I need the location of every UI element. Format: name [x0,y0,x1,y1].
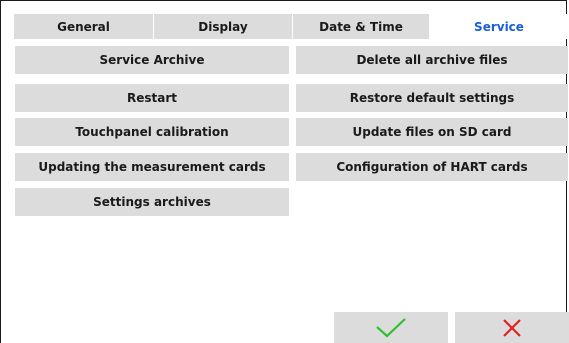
tab-service[interactable]: Service [430,14,568,39]
close-icon [503,318,521,337]
confirm-button[interactable] [334,312,448,343]
tab-bar: General Display Date & Time Service [14,14,568,39]
hart-config-button[interactable]: Configuration of HART cards [296,153,568,181]
touchpanel-calibration-button[interactable]: Touchpanel calibration [15,118,289,146]
service-archive-button[interactable]: Service Archive [15,46,289,74]
delete-archive-files-button[interactable]: Delete all archive files [296,46,568,74]
restore-default-settings-button[interactable]: Restore default settings [296,84,568,112]
cancel-button[interactable] [455,312,569,343]
tab-general[interactable]: General [14,14,154,39]
restart-button[interactable]: Restart [15,84,289,112]
update-measurement-cards-button[interactable]: Updating the measurement cards [15,153,289,181]
settings-archives-button[interactable]: Settings archives [15,188,289,216]
tab-display[interactable]: Display [154,14,293,39]
update-sd-card-button[interactable]: Update files on SD card [296,118,568,146]
tab-date-time[interactable]: Date & Time [293,14,430,39]
check-icon [376,317,406,337]
